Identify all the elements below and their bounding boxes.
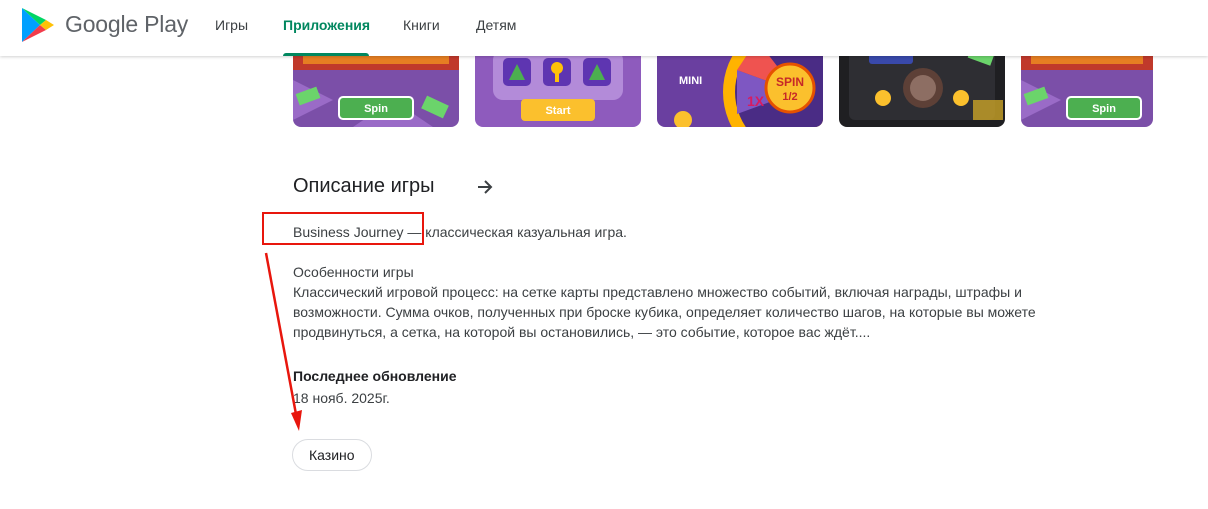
description-intro: Business Journey — классическая казуальн… xyxy=(293,224,627,240)
google-play-logo-icon[interactable] xyxy=(20,6,56,44)
spin-label: Spin xyxy=(364,103,388,115)
wheel-half-label: 1/2 xyxy=(782,91,797,103)
features-heading: Особенности игры xyxy=(293,264,414,280)
last-updated-value: 18 нояб. 2025г. xyxy=(293,390,390,406)
tab-books[interactable]: Книги xyxy=(403,17,440,33)
tab-kids[interactable]: Детям xyxy=(476,17,516,33)
wheel-mini-label: MINI xyxy=(679,75,702,87)
wheel-1x-label: 1X xyxy=(747,93,765,109)
active-tab-indicator xyxy=(283,53,369,56)
arrow-right-icon[interactable] xyxy=(473,175,497,199)
category-chip[interactable]: Казино xyxy=(292,439,372,471)
start-label: Start xyxy=(545,105,570,117)
brand-name[interactable]: Google Play xyxy=(65,11,188,38)
top-app-bar: Google Play Игры Приложения Книги Детям xyxy=(0,0,1208,56)
last-updated-label: Последнее обновление xyxy=(293,368,457,384)
tab-games[interactable]: Игры xyxy=(215,17,248,33)
spin-label-2: Spin xyxy=(1092,103,1116,115)
features-text: Классический игровой процесс: на сетке к… xyxy=(293,284,1036,340)
tab-apps[interactable]: Приложения xyxy=(283,17,370,33)
wheel-spin-label: SPIN xyxy=(776,75,804,89)
section-title: Описание игры xyxy=(293,175,435,197)
features-block: Особенности игры Классический игровой пр… xyxy=(293,262,1083,342)
